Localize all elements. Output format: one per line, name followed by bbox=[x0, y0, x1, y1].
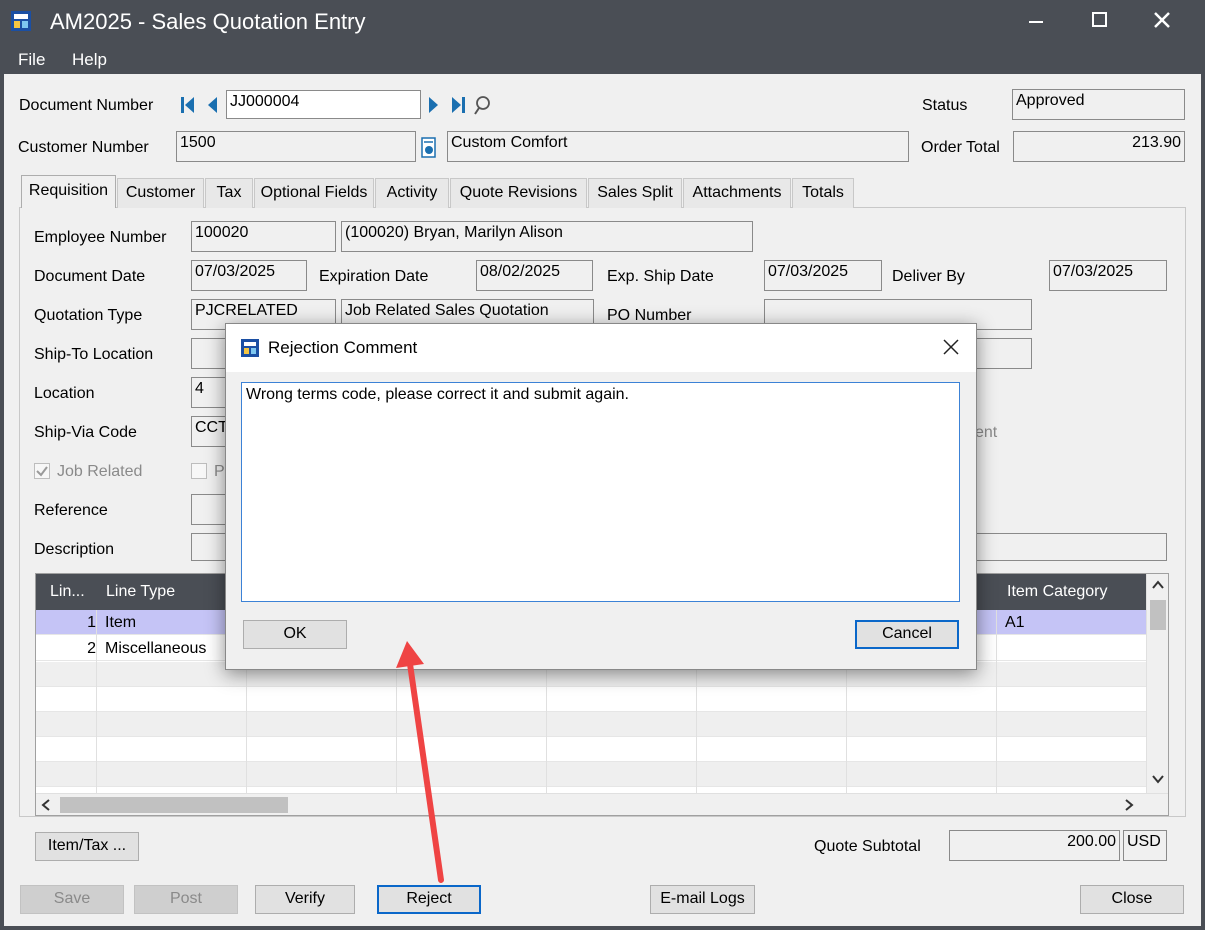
row-line-type: Miscellaneous bbox=[105, 640, 207, 657]
dialog-title: Rejection Comment bbox=[268, 338, 418, 357]
tab-tax[interactable]: Tax bbox=[205, 178, 253, 208]
tab-quote-revisions[interactable]: Quote Revisions bbox=[450, 178, 587, 208]
currency-field: USD bbox=[1123, 830, 1167, 861]
close-icon bbox=[1154, 12, 1170, 28]
partial-checkbox bbox=[191, 463, 207, 479]
table-row bbox=[36, 737, 1146, 762]
quotation-type-label: Quotation Type bbox=[34, 307, 143, 324]
column-divider bbox=[96, 610, 97, 800]
close-window-button[interactable] bbox=[1130, 0, 1194, 40]
partial-shipment-label-trailing: ent bbox=[975, 424, 998, 441]
deliver-by-label: Deliver By bbox=[892, 268, 965, 285]
order-total-field: 213.90 bbox=[1013, 131, 1185, 162]
table-row bbox=[36, 712, 1146, 737]
chevron-up-icon[interactable] bbox=[1152, 580, 1164, 590]
checkmark-icon bbox=[36, 466, 48, 477]
ok-button[interactable]: OK bbox=[243, 620, 347, 649]
employee-number-field[interactable]: 100020 bbox=[191, 221, 336, 252]
tab-activity[interactable]: Activity bbox=[375, 178, 449, 208]
save-button[interactable]: Save bbox=[20, 885, 124, 914]
item-tax-button[interactable]: Item/Tax ... bbox=[35, 832, 139, 861]
vertical-scrollbar[interactable] bbox=[1146, 574, 1168, 794]
order-total-label: Order Total bbox=[921, 139, 1000, 156]
partial-label: P bbox=[214, 463, 225, 480]
horizontal-scroll-thumb[interactable] bbox=[60, 797, 288, 813]
vertical-scroll-thumb[interactable] bbox=[1150, 600, 1166, 630]
row-line: 2 bbox=[87, 640, 96, 657]
maximize-icon bbox=[1092, 12, 1107, 27]
job-related-label: Job Related bbox=[57, 463, 143, 480]
ship-via-code-label: Ship-Via Code bbox=[34, 424, 137, 441]
post-button[interactable]: Post bbox=[134, 885, 238, 914]
employee-name-field: (100020) Bryan, Marilyn Alison bbox=[341, 221, 753, 252]
tab-optional-fields[interactable]: Optional Fields bbox=[254, 178, 374, 208]
customer-info-icon[interactable] bbox=[421, 137, 437, 159]
maximize-button[interactable] bbox=[1068, 0, 1132, 40]
tab-attachments[interactable]: Attachments bbox=[683, 178, 791, 208]
exp-ship-date-field[interactable]: 07/03/2025 bbox=[764, 260, 882, 291]
close-icon[interactable] bbox=[942, 338, 960, 356]
reject-button[interactable]: Reject bbox=[377, 885, 481, 914]
menu-file[interactable]: File bbox=[18, 50, 45, 70]
document-date-label: Document Date bbox=[34, 268, 146, 285]
menu-help[interactable]: Help bbox=[72, 50, 107, 70]
minimize-button[interactable] bbox=[1004, 0, 1068, 40]
minimize-icon bbox=[1029, 21, 1043, 23]
horizontal-scrollbar[interactable] bbox=[36, 793, 1168, 815]
customer-number-label: Customer Number bbox=[18, 139, 149, 156]
location-label: Location bbox=[34, 385, 95, 402]
column-divider bbox=[996, 610, 997, 800]
reference-label: Reference bbox=[34, 502, 108, 519]
status-label: Status bbox=[922, 97, 968, 114]
exp-ship-date-label: Exp. Ship Date bbox=[607, 268, 714, 285]
col-line[interactable]: Lin... bbox=[50, 583, 85, 601]
chevron-left-icon[interactable] bbox=[41, 799, 51, 811]
table-row bbox=[36, 687, 1146, 712]
quote-subtotal-label: Quote Subtotal bbox=[814, 838, 921, 855]
deliver-by-field[interactable]: 07/03/2025 bbox=[1049, 260, 1167, 291]
window-title: AM2025 - Sales Quotation Entry bbox=[50, 9, 366, 34]
window-frame-right bbox=[1201, 74, 1205, 930]
rejection-comment-dialog: Rejection Comment Wrong terms code, plea… bbox=[225, 323, 977, 670]
window-frame-bottom bbox=[0, 926, 1205, 930]
title-bar: AM2025 - Sales Quotation Entry bbox=[0, 0, 1205, 44]
rejection-comment-input[interactable]: Wrong terms code, please correct it and … bbox=[241, 382, 960, 602]
chevron-right-icon[interactable] bbox=[1124, 799, 1134, 811]
app-icon bbox=[241, 339, 259, 357]
row-item-category: A1 bbox=[1005, 614, 1025, 631]
verify-button[interactable]: Verify bbox=[255, 885, 355, 914]
nav-next-last-icon[interactable] bbox=[426, 95, 496, 117]
col-item-category[interactable]: Item Category bbox=[1007, 583, 1107, 601]
ship-to-location-label: Ship-To Location bbox=[34, 346, 154, 363]
document-date-field[interactable]: 07/03/2025 bbox=[191, 260, 307, 291]
expiration-date-field[interactable]: 08/02/2025 bbox=[476, 260, 593, 291]
menu-bar: File Help bbox=[0, 44, 1205, 74]
col-line-type[interactable]: Line Type bbox=[106, 583, 175, 601]
document-number-input[interactable]: JJ000004 bbox=[226, 90, 421, 119]
chevron-down-icon[interactable] bbox=[1152, 774, 1164, 784]
table-row bbox=[36, 762, 1146, 787]
window-frame-left bbox=[0, 74, 4, 930]
document-number-label: Document Number bbox=[19, 97, 154, 114]
customer-number-field[interactable]: 1500 bbox=[176, 131, 416, 162]
status-field: Approved bbox=[1012, 89, 1185, 120]
close-button[interactable]: Close bbox=[1080, 885, 1184, 914]
dialog-title-bar: Rejection Comment bbox=[226, 324, 976, 372]
row-line-type: Item bbox=[105, 614, 137, 631]
employee-number-label: Employee Number bbox=[34, 229, 167, 246]
tab-totals[interactable]: Totals bbox=[792, 178, 854, 208]
customer-name-field: Custom Comfort bbox=[447, 131, 909, 162]
cancel-button[interactable]: Cancel bbox=[855, 620, 959, 649]
tab-requisition[interactable]: Requisition bbox=[21, 175, 116, 208]
app-icon bbox=[11, 11, 31, 31]
row-line: 1 bbox=[87, 614, 96, 631]
description-label: Description bbox=[34, 541, 115, 558]
quote-subtotal-field: 200.00 bbox=[949, 830, 1120, 861]
email-logs-button[interactable]: E-mail Logs bbox=[650, 885, 755, 914]
tab-customer[interactable]: Customer bbox=[117, 178, 204, 208]
job-related-checkbox bbox=[34, 463, 50, 479]
tab-sales-split[interactable]: Sales Split bbox=[588, 178, 682, 208]
nav-first-prev-icon[interactable] bbox=[180, 95, 220, 115]
expiration-date-label: Expiration Date bbox=[319, 268, 429, 285]
